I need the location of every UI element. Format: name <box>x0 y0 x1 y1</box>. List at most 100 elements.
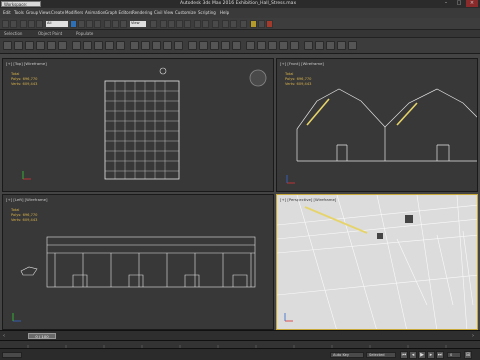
go-to-start-icon[interactable]: ⏮ <box>400 351 408 359</box>
material-editor-button[interactable] <box>240 20 247 28</box>
ribbon-tool-button[interactable] <box>279 41 288 50</box>
render-production-button[interactable] <box>266 20 273 28</box>
select-object-button[interactable] <box>70 20 77 28</box>
menu-item-tools[interactable]: Tools <box>14 10 24 15</box>
ribbon-tool-button[interactable] <box>130 41 139 50</box>
ribbon-tab-object-paint[interactable]: Object Paint <box>38 31 62 37</box>
select-move-button[interactable] <box>104 20 111 28</box>
menu-item-create[interactable]: Create <box>51 10 64 15</box>
time-slider-handle[interactable]: 0 / 100 <box>28 333 56 339</box>
menu-item-help[interactable]: Help <box>220 10 229 15</box>
prev-frame-icon[interactable]: ◂ <box>409 351 417 359</box>
selection-filter-dropdown[interactable]: All <box>46 21 68 27</box>
ribbon-tool-button[interactable] <box>257 41 266 50</box>
ribbon-tool-button[interactable] <box>25 41 34 50</box>
select-by-name-button[interactable] <box>78 20 85 28</box>
angle-snap-button[interactable] <box>168 20 175 28</box>
curve-editor-button[interactable] <box>222 20 229 28</box>
align-button[interactable] <box>202 20 209 28</box>
menu-item-scripting[interactable]: Scripting <box>198 10 216 15</box>
chevron-right-icon[interactable]: › <box>472 333 474 339</box>
chevron-left-icon[interactable]: ‹ <box>3 333 5 339</box>
ribbon-tool-button[interactable] <box>163 41 172 50</box>
menu-item-civil-view[interactable]: Civil View <box>154 10 173 15</box>
ribbon-tool-button[interactable] <box>246 41 255 50</box>
current-frame-field[interactable]: 0 <box>447 352 461 358</box>
ribbon-tool-button[interactable] <box>47 41 56 50</box>
workspace-selector[interactable]: Workspace: Default <box>1 1 41 12</box>
unlink-button[interactable] <box>28 20 35 28</box>
ribbon-tool-button[interactable] <box>326 41 335 50</box>
mirror-button[interactable] <box>194 20 201 28</box>
ribbon-tool-button[interactable] <box>337 41 346 50</box>
ribbon-tool-button[interactable] <box>188 41 197 50</box>
ribbon-tool-button[interactable] <box>232 41 241 50</box>
rendered-frame-window-button[interactable] <box>258 20 265 28</box>
menu-item-rendering[interactable]: Rendering <box>132 10 152 15</box>
ribbon-tool-button[interactable] <box>199 41 208 50</box>
menu-item-edit[interactable]: Edit <box>3 10 11 15</box>
menu-item-customize[interactable]: Customize <box>175 10 196 15</box>
percent-snap-button[interactable] <box>176 20 183 28</box>
spinner-snap-button[interactable] <box>184 20 191 28</box>
viewport-perspective[interactable]: [+] [Perspective] [Wireframe] <box>276 194 478 330</box>
menu-item-graph-editors[interactable]: Graph Editors <box>105 10 132 15</box>
ribbon-tool-button[interactable] <box>268 41 277 50</box>
maximize-button[interactable]: □ <box>453 0 465 7</box>
viewport-left[interactable]: [+] [Left] [Wireframe] Total Polys: 696,7… <box>2 194 274 330</box>
pivot-center-button[interactable] <box>150 20 157 28</box>
close-button[interactable]: × <box>466 0 478 7</box>
menu-item-views[interactable]: Views <box>39 10 51 15</box>
ribbon-tool-button[interactable] <box>221 41 230 50</box>
render-setup-button[interactable] <box>250 20 257 28</box>
ribbon-tool-button[interactable] <box>116 41 125 50</box>
maxscript-listener[interactable] <box>2 352 22 358</box>
ribbon-tool-button[interactable] <box>14 41 23 50</box>
snaps-toggle-button[interactable] <box>160 20 167 28</box>
time-slider[interactable]: 0 / 100 ‹ › <box>0 330 480 340</box>
window-title: Autodesk 3ds Max 2016 Exhibition_Hall_St… <box>180 1 297 6</box>
select-rotate-button[interactable] <box>112 20 119 28</box>
rectangular-selection-button[interactable] <box>86 20 93 28</box>
menu-item-group[interactable]: Group <box>26 10 38 15</box>
title-bar: Workspace: Default Autodesk 3ds Max 2016… <box>0 0 480 12</box>
minimize-button[interactable]: – <box>440 0 452 7</box>
track-bar[interactable] <box>0 340 480 349</box>
ribbon-tool-button[interactable] <box>141 41 150 50</box>
layer-explorer-button[interactable] <box>212 20 219 28</box>
ribbon-tool-button[interactable] <box>304 41 313 50</box>
reference-coordinate-dropdown[interactable]: View <box>130 21 146 27</box>
viewport-front[interactable]: [+] [Front] [Wireframe] Total Polys: 696,… <box>276 58 478 192</box>
ribbon-tool-button[interactable] <box>3 41 12 50</box>
play-icon[interactable]: ▶ <box>418 351 426 359</box>
ribbon-tool-button[interactable] <box>72 41 81 50</box>
ribbon-tool-button[interactable] <box>290 41 299 50</box>
auto-key-button[interactable]: Auto Key <box>330 352 364 358</box>
menu-item-animation[interactable]: Animation <box>85 10 105 15</box>
menu-item-modifiers[interactable]: Modifiers <box>65 10 83 15</box>
selected-dropdown[interactable]: Selected <box>366 352 396 358</box>
ribbon-tool-button[interactable] <box>152 41 161 50</box>
window-crossing-button[interactable] <box>94 20 101 28</box>
undo-button[interactable] <box>2 20 9 28</box>
ribbon-tool-button[interactable] <box>94 41 103 50</box>
link-button[interactable] <box>20 20 27 28</box>
viewport-top[interactable]: [+] [Top] [Wireframe] Total Polys: 696,77… <box>2 58 274 192</box>
ribbon-tool-button[interactable] <box>348 41 357 50</box>
ribbon-tool-button[interactable] <box>174 41 183 50</box>
redo-button[interactable] <box>10 20 17 28</box>
ribbon-tool-button[interactable] <box>58 41 67 50</box>
ribbon-tool-button[interactable] <box>315 41 324 50</box>
schematic-view-button[interactable] <box>230 20 237 28</box>
zoom-extents-icon[interactable]: ⊞ <box>464 351 472 359</box>
ribbon-tool-button[interactable] <box>105 41 114 50</box>
ribbon-tab-selection[interactable]: Selection <box>4 31 22 37</box>
ribbon-tool-button[interactable] <box>210 41 219 50</box>
select-scale-button[interactable] <box>120 20 127 28</box>
next-frame-icon[interactable]: ▸ <box>427 351 435 359</box>
go-to-end-icon[interactable]: ⏭ <box>436 351 444 359</box>
ribbon-tab-populate[interactable]: Populate <box>76 31 93 37</box>
ribbon-tool-button[interactable] <box>36 41 45 50</box>
ribbon-tool-button[interactable] <box>83 41 92 50</box>
bind-space-warp-button[interactable] <box>36 20 43 28</box>
